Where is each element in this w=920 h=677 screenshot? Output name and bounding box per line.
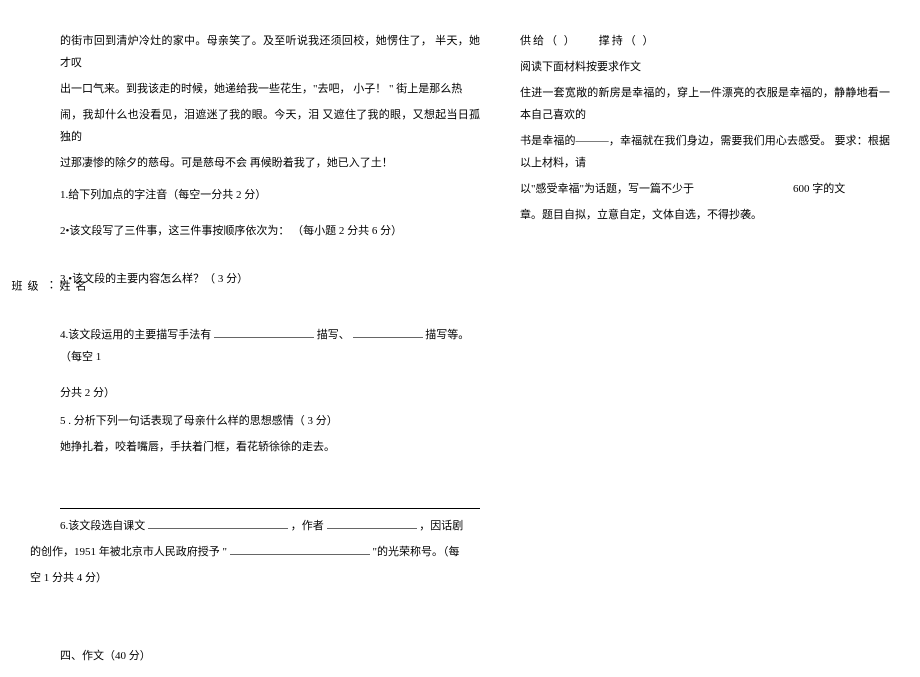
essay-word-count: 600 — [793, 183, 810, 195]
q6-text: "的光荣称号。（每 — [373, 546, 460, 558]
question-5-line2: 她挣扎着，咬着嘴唇，手扶着门框，看花轿徐徐的走去。 — [60, 436, 480, 458]
passage-line: 过那凄惨的除夕的慈母。可是慈母不会 再候盼着我了，她已入了土！ — [60, 152, 480, 174]
essay-heading: 阅读下面材料按要求作文 — [520, 56, 890, 78]
q4-text: 描写、 — [317, 329, 350, 341]
q6-text: ，因话剧 — [419, 520, 463, 532]
essay-line: 书是幸福的———，幸福就在我们身边，需要我们用心去感受。 要求：根据以上材料，请 — [520, 130, 890, 174]
pinyin-words: 供给（ ） 撑持（ ） — [520, 30, 890, 52]
section-4-heading: 四、作文（40 分） — [60, 645, 480, 667]
q6-line2: 的创作，1951 年被北京市人民政府授予 " "的光荣称号。（每 — [30, 541, 480, 563]
question-5-line1: 5 . 分析下列一句话表现了母亲什么样的思想感情（ 3 分） — [60, 410, 480, 432]
essay-line: 章。题目自拟，立意自定，文体自选，不得抄袭。 — [520, 204, 890, 226]
essay-line: 住进一套宽敞的新房是幸福的，穿上一件漂亮的衣服是幸福的，静静地看一 本自己喜欢的 — [520, 82, 890, 126]
question-6: 6.该文段选自课文 ，作者 ，因话剧 — [60, 515, 480, 537]
left-column: 的街市回到清炉冷灶的家中。母亲笑了。及至听说我还须回校，她愣住了， 半天，她才叹… — [20, 30, 490, 677]
vertical-margin-labels: 名 姓 ： 级 班 — [8, 280, 88, 580]
margin-class: 级 — [24, 280, 40, 580]
passage-line: 闹，我却什么也没看见，泪遮迷了我的眼。今天，泪 又遮住了我的眼，又想起当日孤独的 — [60, 104, 480, 148]
essay-text: 字的文 — [812, 183, 845, 195]
word-gongji[interactable]: 供给（ ） — [520, 35, 577, 47]
word-chengchi[interactable]: 撑持（ ） — [599, 35, 656, 47]
margin-group: 班 — [8, 280, 24, 580]
question-4: 4.该文段运用的主要描写手法有 描写、 描写等。（每空 1 — [60, 324, 480, 368]
question-3: 3 •该文段的主要内容怎么样？（ 3 分） — [60, 268, 480, 290]
right-column: 供给（ ） 撑持（ ） 阅读下面材料按要求作文 住进一套宽敞的新房是幸福的，穿上… — [520, 30, 900, 677]
margin-colon: ： — [40, 280, 56, 580]
q6-text: ，作者 — [291, 520, 327, 532]
q6-line3: 空 1 分共 4 分） — [30, 567, 480, 589]
fill-blank[interactable] — [327, 517, 417, 529]
document-page: 的街市回到清炉冷灶的家中。母亲笑了。及至听说我还须回校，她愣住了， 半天，她才叹… — [0, 0, 920, 677]
question-1: 1.给下列加点的字注音（每空一分共 2 分） — [60, 184, 480, 206]
fill-blank[interactable] — [148, 517, 288, 529]
passage-line: 出一口气来。到我该走的时候，她递给我一些花生，"去吧， 小子！ " 街上是那么热 — [60, 78, 480, 100]
essay-line: 以"感受幸福"为话题，写一篇不少于 600 字的文 — [520, 178, 890, 200]
passage-line: 的街市回到清炉冷灶的家中。母亲笑了。及至听说我还须回校，她愣住了， 半天，她才叹 — [60, 30, 480, 74]
horizontal-rule — [60, 508, 480, 509]
fill-blank[interactable] — [214, 326, 314, 338]
essay-text: 以"感受幸福"为话题，写一篇不少于 — [520, 183, 694, 195]
question-2: 2•该文段写了三件事，这三件事按顺序依次为： （每小题 2 分共 6 分） — [60, 220, 480, 242]
fill-blank[interactable] — [353, 326, 423, 338]
margin-surname: 姓 — [56, 280, 72, 580]
q4-line2: 分共 2 分） — [60, 382, 480, 404]
margin-name: 名 — [72, 280, 88, 580]
fill-blank[interactable] — [230, 543, 370, 555]
